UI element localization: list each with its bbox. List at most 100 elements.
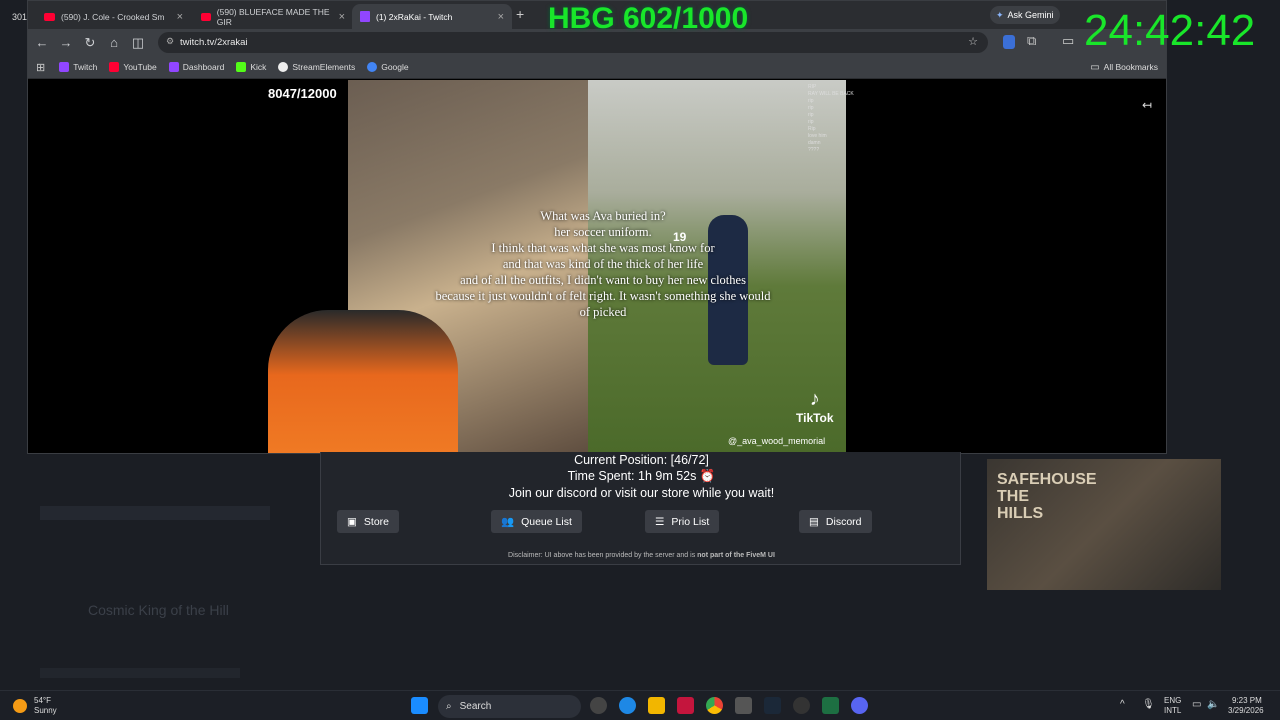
- forward-icon[interactable]: →: [54, 35, 78, 50]
- bookmark-dashboard[interactable]: Dashboard: [168, 62, 225, 72]
- discord-button[interactable]: ▤ Discord: [799, 510, 872, 533]
- extension-shield-icon[interactable]: [1003, 35, 1015, 49]
- site-info-icon[interactable]: ⚙: [166, 36, 174, 47]
- disclaimer-bold: not part of the FiveM UI: [697, 552, 775, 559]
- file-explorer-icon[interactable]: [648, 697, 665, 714]
- background-bar: [40, 668, 240, 678]
- close-icon[interactable]: ×: [339, 11, 345, 23]
- chrome-icon[interactable]: [706, 697, 723, 714]
- disclaimer: Disclaimer: UI above has been provided b…: [321, 552, 962, 559]
- windows-start-icon[interactable]: [411, 697, 428, 714]
- network-icon[interactable]: ▭: [1192, 699, 1201, 710]
- bookmark-youtube[interactable]: YouTube: [109, 62, 157, 72]
- language-primary[interactable]: ENG: [1164, 696, 1181, 705]
- discord-icon: ▤: [809, 515, 819, 528]
- search-icon: ⌕: [446, 701, 452, 712]
- button-label: Discord: [825, 515, 862, 528]
- prio-list-button[interactable]: ☰ Prio List: [645, 510, 720, 533]
- chat-line: rip: [808, 112, 814, 118]
- queue-time: Time Spent: 1h 9m 52s ⏰: [321, 469, 962, 484]
- extensions-icon[interactable]: ⧉: [1027, 33, 1036, 49]
- app-icon[interactable]: [735, 697, 752, 714]
- app-a-icon[interactable]: [677, 697, 694, 714]
- tiktok-handle: @_ava_wood_memorial: [728, 436, 826, 446]
- button-label: Prio List: [671, 515, 710, 528]
- store-button[interactable]: ▣ Store: [337, 510, 400, 533]
- copilot-icon[interactable]: [590, 697, 607, 714]
- twitch-icon: [168, 62, 179, 72]
- streamer-webcam: [268, 310, 458, 453]
- store-icon: ▣: [347, 515, 357, 528]
- volume-icon[interactable]: 🔈: [1207, 699, 1219, 710]
- home-icon[interactable]: ⌂: [102, 35, 126, 50]
- ask-gemini-button[interactable]: ✦ Ask Gemini: [990, 6, 1060, 24]
- promo-card[interactable]: SAFEHOUSE THE HILLS: [987, 459, 1221, 590]
- stream-chat-overlay: RIP RAY WILL BE BACK rip rip rip rip Rip…: [808, 84, 908, 154]
- edge-icon[interactable]: [619, 697, 636, 714]
- caption-line: of picked: [579, 305, 627, 319]
- weather-condition[interactable]: Sunny: [34, 706, 57, 715]
- ask-gemini-label: Ask Gemini: [1007, 10, 1054, 20]
- split-view-icon[interactable]: ◫: [126, 35, 150, 51]
- tab-youtube-1[interactable]: (590) J. Cole - Crooked Sm ×: [36, 4, 191, 29]
- google-icon: [367, 62, 378, 72]
- excel-icon[interactable]: [822, 697, 839, 714]
- taskbar-search[interactable]: ⌕ Search: [438, 695, 581, 718]
- bookmark-streamelements[interactable]: StreamElements: [278, 62, 355, 72]
- caption-line: and that was kind of the thick of her li…: [502, 257, 704, 271]
- chat-line: Rip: [808, 126, 816, 132]
- button-label: Queue List: [521, 515, 572, 528]
- streamelements-icon: [278, 62, 289, 72]
- tab-youtube-2[interactable]: (590) BLUEFACE MADE THE GIR ×: [193, 4, 353, 29]
- hbg-counter-overlay: HBG 602/1000: [548, 2, 749, 35]
- caption-line: and of all the outfits, I didn't want to…: [460, 273, 746, 287]
- bookmark-twitch[interactable]: Twitch: [59, 62, 97, 72]
- chevron-up-icon[interactable]: ^: [1120, 699, 1125, 710]
- apps-grid-icon[interactable]: ⊞: [36, 61, 45, 74]
- search-placeholder: Search: [459, 701, 492, 712]
- twitch-icon: [360, 11, 370, 22]
- stream-counter: 8047/12000: [268, 86, 337, 101]
- steam-icon[interactable]: [764, 697, 781, 714]
- discord-taskbar-icon[interactable]: [851, 697, 868, 714]
- all-bookmarks[interactable]: ▭ All Bookmarks: [1090, 62, 1158, 73]
- url-text: twitch.tv/2xrakai: [180, 37, 248, 48]
- bookmark-label: Dashboard: [182, 62, 225, 72]
- tab-twitch[interactable]: (1) 2xRaKai - Twitch ×: [352, 4, 512, 29]
- 4k-app-icon[interactable]: [793, 697, 810, 714]
- new-tab-button[interactable]: +: [516, 6, 524, 22]
- taskbar-date[interactable]: 3/29/2026: [1228, 706, 1264, 715]
- collapse-chat-icon[interactable]: ↤: [1142, 98, 1152, 112]
- tiktok-icon: ♪: [809, 388, 820, 410]
- sun-icon[interactable]: [13, 699, 27, 713]
- close-icon[interactable]: ×: [177, 11, 183, 23]
- twitch-icon: [59, 62, 70, 72]
- youtube-icon: [109, 62, 120, 72]
- queue-message: Join our discord or visit our store whil…: [508, 486, 775, 500]
- chat-line: ????: [808, 147, 820, 153]
- sidepanel-icon[interactable]: ▭: [1062, 33, 1074, 49]
- microphone-icon[interactable]: 🎙: [1142, 699, 1155, 710]
- close-icon[interactable]: ×: [498, 11, 504, 23]
- video-player[interactable]: 19 What was Ava buried in? her soccer un…: [28, 80, 1166, 453]
- back-icon[interactable]: ←: [30, 35, 54, 50]
- weather-temp[interactable]: 54°F: [34, 696, 51, 705]
- time-value: 1h 9m 52s ⏰: [638, 469, 716, 483]
- language-secondary[interactable]: INTL: [1164, 706, 1181, 715]
- kick-icon: [236, 62, 247, 72]
- taskbar-time[interactable]: 9:23 PM: [1232, 696, 1262, 705]
- bookmark-kick[interactable]: Kick: [236, 62, 266, 72]
- queue-list-button[interactable]: 👥 Queue List: [491, 510, 582, 533]
- caption-line: What was Ava buried in?: [540, 209, 666, 223]
- reload-icon[interactable]: ↻: [78, 35, 102, 51]
- tiktok-label: TikTok: [796, 411, 834, 425]
- background-stream-title: Cosmic King of the Hill: [88, 602, 229, 618]
- background-bar: [40, 506, 270, 520]
- bookmark-label: YouTube: [123, 62, 157, 72]
- browser-window: (590) J. Cole - Crooked Sm × (590) BLUEF…: [27, 0, 1167, 454]
- bookmark-label: Twitch: [73, 62, 98, 72]
- bookmark-star-icon[interactable]: ☆: [968, 35, 978, 48]
- bookmark-google[interactable]: Google: [367, 62, 409, 72]
- bookmark-label: Google: [381, 62, 409, 72]
- youtube-icon: [201, 12, 211, 21]
